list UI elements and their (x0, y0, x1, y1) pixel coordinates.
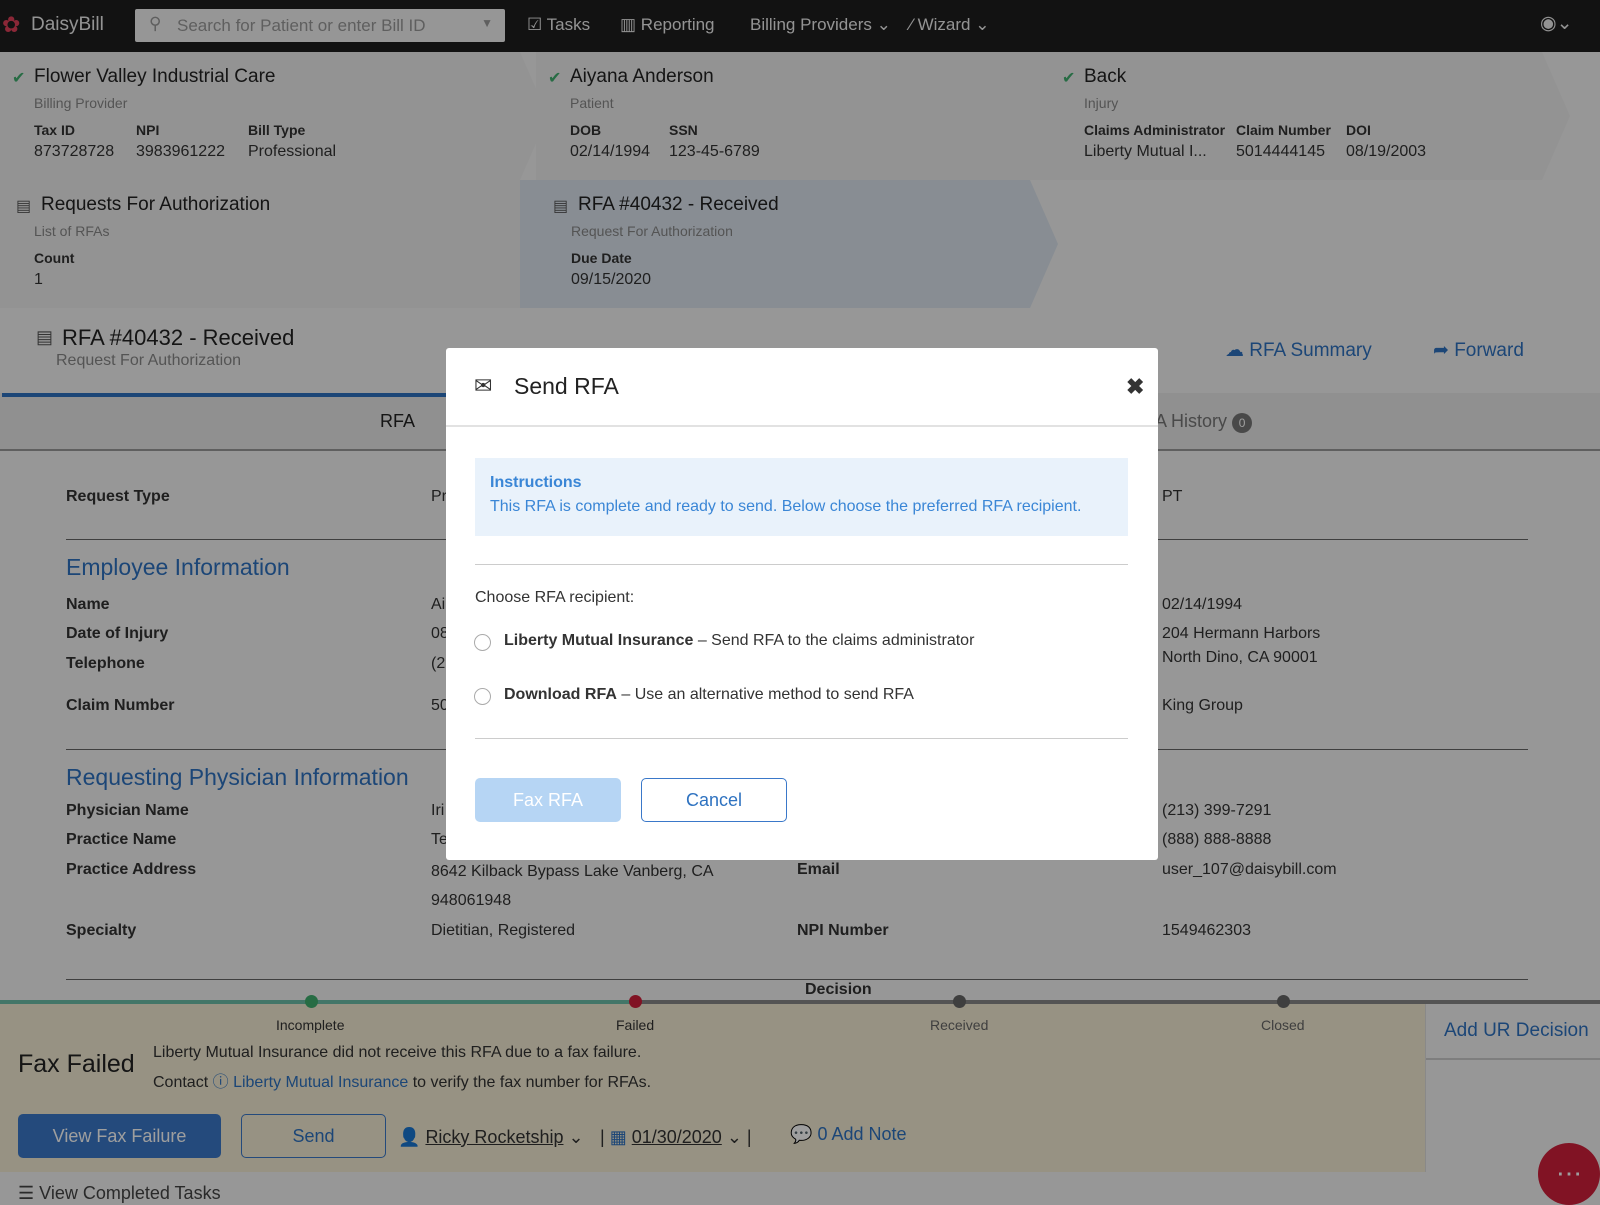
instructions-box: Instructions This RFA is complete and re… (475, 458, 1128, 536)
modal-options-0-name: Liberty Mutual Insurance (504, 632, 694, 649)
fax-rfa-button[interactable]: Fax RFA (475, 778, 621, 822)
radio-download-rfa[interactable] (474, 688, 491, 705)
modal-choose-label: Choose RFA recipient: (475, 589, 635, 606)
cancel-button[interactable]: Cancel (641, 778, 787, 822)
send-rfa-modal: ✉ Send RFA ✖ Instructions This RFA is co… (446, 348, 1158, 860)
element (475, 738, 1128, 739)
element (475, 564, 1128, 565)
close-icon[interactable]: ✖ (1126, 374, 1144, 400)
modal-instructions-text: This RFA is complete and ready to send. … (490, 498, 1082, 515)
modal-options-0-desc: – Send RFA to the claims administrator (697, 632, 975, 649)
modal-options-1-desc: – Use an alternative method to send RFA (621, 686, 914, 703)
element (446, 425, 1158, 427)
modal-options-1-name: Download RFA (504, 686, 617, 703)
element: Download RFA – Use an alternative method… (504, 686, 914, 704)
element: Liberty Mutual Insurance – Send RFA to t… (504, 632, 974, 650)
modal-instructions-title: Instructions (490, 474, 582, 491)
modal-title: Send RFA (514, 373, 619, 399)
radio-liberty-mutual[interactable] (474, 634, 491, 651)
envelope-icon: ✉ (474, 373, 493, 398)
